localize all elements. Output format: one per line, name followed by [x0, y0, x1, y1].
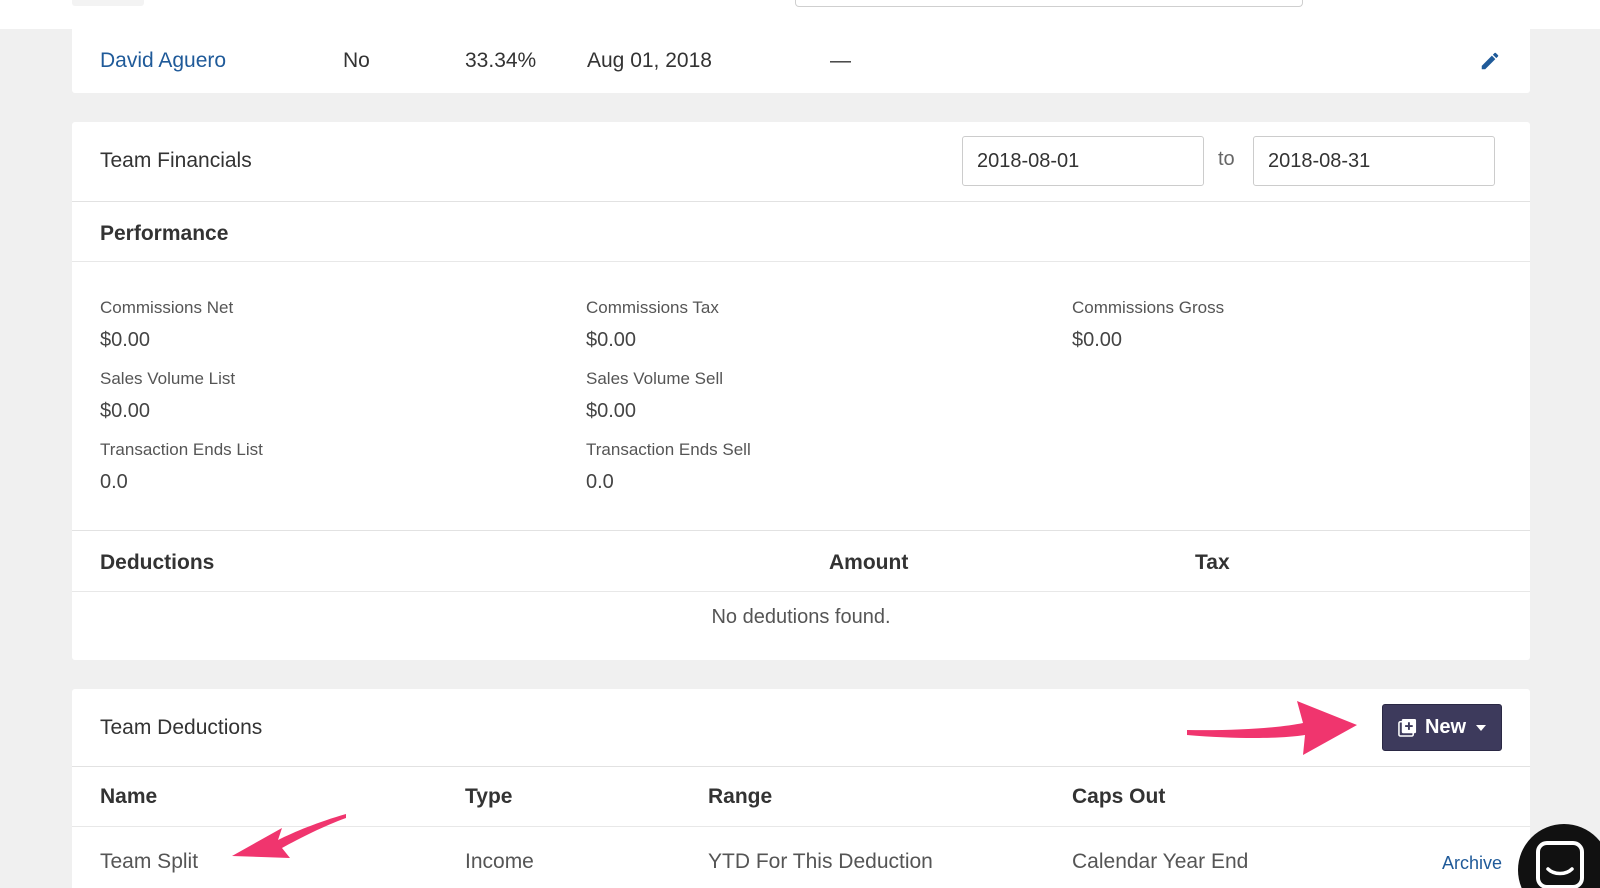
- pencil-icon[interactable]: [1479, 50, 1501, 72]
- col-tax: Tax: [1195, 551, 1230, 574]
- metric-value: $0.00: [1072, 329, 1123, 351]
- metric-value: 0.0: [586, 471, 614, 493]
- top-input-stub[interactable]: [795, 0, 1303, 7]
- col-deductions: Deductions: [100, 551, 215, 574]
- team-deductions-columns: Name Type Range Caps Out: [72, 767, 1530, 827]
- metric-label: Sales Volume Sell: [586, 369, 724, 388]
- date-from-input[interactable]: 2018-08-01: [962, 136, 1204, 186]
- metric-label: Sales Volume List: [100, 369, 236, 388]
- archive-link[interactable]: Archive: [1442, 853, 1502, 874]
- caret-down-icon: [1476, 724, 1487, 731]
- chat-widget-button[interactable]: [1518, 824, 1600, 888]
- col-name: Name: [100, 785, 158, 808]
- metric-transaction-ends-list: Transaction Ends List 0.0: [100, 440, 263, 494]
- team-deductions-card: Team Deductions New Name Type Range Caps…: [72, 689, 1530, 888]
- team-financials-card: Team Financials 2018-08-01 to 2018-08-31…: [72, 122, 1530, 660]
- date-to-input[interactable]: 2018-08-31: [1253, 136, 1495, 186]
- chat-icon: [1536, 841, 1584, 888]
- metric-value: $0.00: [100, 329, 151, 351]
- table-row: Team Split Income YTD For This Deduction…: [72, 828, 1530, 888]
- col-caps-out: Caps Out: [1072, 785, 1166, 808]
- plus-square-icon: [1398, 718, 1416, 737]
- row-caps-out: Calendar Year End: [1072, 850, 1249, 873]
- team-deductions-title: Team Deductions: [100, 716, 263, 739]
- metric-value: $0.00: [100, 400, 151, 422]
- metric-commissions-net: Commissions Net $0.00: [100, 298, 233, 352]
- agent-flag: No: [343, 49, 370, 72]
- row-name: Team Split: [100, 850, 199, 873]
- team-deductions-header: Team Deductions New: [72, 689, 1530, 767]
- performance-header: Performance: [72, 202, 1530, 262]
- metric-transaction-ends-sell: Transaction Ends Sell 0.0: [586, 440, 751, 494]
- agent-card: David Aguero No 33.34% Aug 01, 2018 —: [72, 29, 1530, 93]
- top-bar: [0, 0, 1600, 29]
- metric-label: Commissions Net: [100, 298, 234, 317]
- metric-value: 0.0: [100, 471, 128, 493]
- col-range: Range: [708, 785, 773, 808]
- metric-label: Transaction Ends Sell: [586, 440, 751, 459]
- col-type: Type: [465, 785, 513, 808]
- team-financials-title: Team Financials: [100, 149, 252, 172]
- date-to-label: to: [1218, 148, 1235, 170]
- metric-sales-volume-list: Sales Volume List $0.00: [100, 369, 235, 423]
- performance-title: Performance: [100, 222, 229, 245]
- row-range: YTD For This Deduction: [708, 850, 933, 873]
- deductions-table-header: Deductions Amount Tax: [72, 530, 1530, 592]
- metric-sales-volume-sell: Sales Volume Sell $0.00: [586, 369, 723, 423]
- metric-commissions-tax: Commissions Tax $0.00: [586, 298, 719, 352]
- new-button-label: New: [1424, 716, 1467, 738]
- agent-percent: 33.34%: [465, 49, 537, 72]
- metric-label: Commissions Gross: [1072, 298, 1225, 317]
- col-amount: Amount: [829, 551, 909, 574]
- new-deduction-button[interactable]: New: [1382, 704, 1502, 751]
- agent-end: —: [830, 49, 851, 72]
- metric-value: $0.00: [586, 400, 637, 422]
- deductions-empty-message: No dedutions found.: [711, 606, 891, 628]
- metric-label: Commissions Tax: [586, 298, 719, 317]
- team-financials-header: Team Financials 2018-08-01 to 2018-08-31: [72, 122, 1530, 202]
- agent-name-link[interactable]: David Aguero: [100, 49, 226, 73]
- agent-row: David Aguero No 33.34% Aug 01, 2018 —: [72, 45, 1530, 75]
- metric-value: $0.00: [586, 329, 637, 351]
- top-tab-stub[interactable]: [72, 0, 144, 6]
- row-type: Income: [465, 850, 534, 873]
- metric-commissions-gross: Commissions Gross $0.00: [1072, 298, 1224, 352]
- agent-date: Aug 01, 2018: [587, 49, 712, 72]
- metric-label: Transaction Ends List: [100, 440, 263, 459]
